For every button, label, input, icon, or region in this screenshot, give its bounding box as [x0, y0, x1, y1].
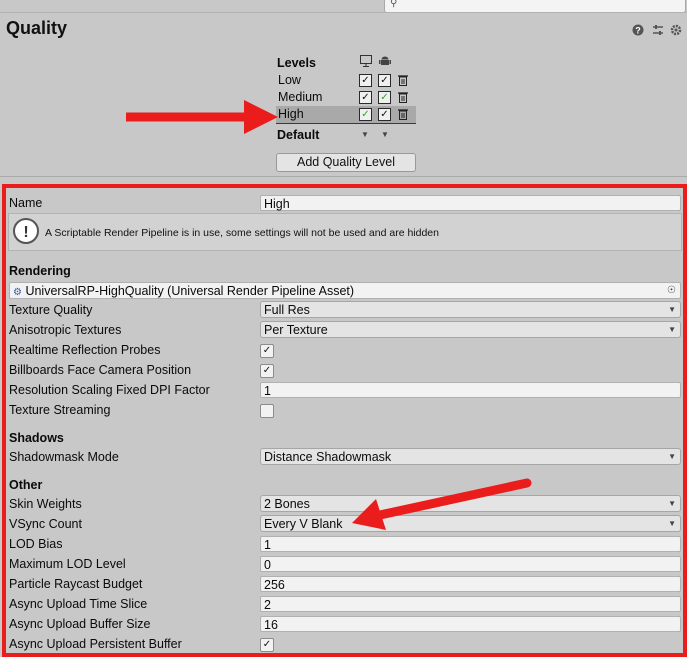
arrow-to-high-level — [126, 100, 278, 134]
annotation-arrows — [126, 100, 532, 530]
arrow-to-vsync — [352, 478, 532, 530]
